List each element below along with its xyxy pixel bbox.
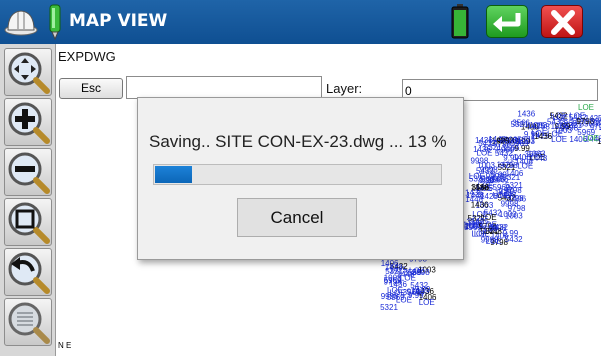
survey-point-label: 1436 [473, 145, 491, 154]
survey-point-label: LOE [419, 298, 435, 307]
survey-point-label: 9998 [412, 268, 430, 277]
battery-icon [451, 4, 469, 39]
zoom-in-button[interactable] [4, 98, 52, 146]
compass-marker: N E [58, 341, 72, 350]
survey-point-label: 1003 [528, 149, 546, 158]
command-prompt: EXPDWG [58, 49, 116, 64]
survey-point-label: 1425 [495, 189, 513, 198]
close-x-icon [551, 10, 575, 35]
zoom-in-icon [8, 102, 50, 144]
saving-dialog: Saving.. SITE CON-EX-23.dwg ... 13 % Can… [137, 97, 464, 260]
stylus-icon[interactable] [46, 4, 64, 41]
hard-hat-icon[interactable] [4, 6, 38, 38]
survey-point-label: 1003 [529, 121, 547, 130]
map-toolbar [0, 44, 56, 356]
zoom-extents-button[interactable] [4, 298, 52, 346]
survey-point-label: 1406 [491, 175, 509, 184]
zoom-extents-icon [8, 302, 50, 344]
save-progress-bar [153, 164, 442, 185]
loe-label: LOE [578, 103, 594, 112]
command-input[interactable] [126, 76, 322, 99]
survey-point-label: 1425 [585, 114, 601, 123]
zoom-window-icon [8, 202, 50, 244]
zoom-out-button[interactable] [4, 148, 52, 196]
esc-button[interactable]: Esc [59, 78, 123, 99]
loe-label: LOE [583, 134, 599, 143]
saving-message: Saving.. SITE CON-EX-23.dwg ... 13 % [149, 132, 447, 151]
zoom-window-button[interactable] [4, 198, 52, 246]
survey-point-label: LOE [551, 135, 567, 144]
pan-zoom-icon [8, 52, 50, 94]
survey-point-label: 9798 [493, 140, 511, 149]
close-button[interactable] [541, 5, 583, 38]
survey-point-label: LOE [552, 113, 568, 122]
layer-label: Layer: [326, 81, 363, 96]
zoom-previous-icon [8, 252, 50, 294]
enter-return-icon [493, 13, 521, 32]
zoom-out-icon [8, 152, 50, 194]
cancel-button[interactable]: Cancel [237, 198, 357, 237]
survey-point-label: 5969 [384, 276, 402, 285]
survey-point-label: 5432 [410, 281, 428, 290]
page-title: MAP VIEW [69, 11, 168, 31]
survey-point-label: 1436 [517, 110, 535, 119]
title-bar: MAP VIEW [0, 0, 601, 44]
survey-point-label: 1003 [499, 210, 517, 219]
survey-point-label: 9.99 [524, 130, 540, 139]
survey-point-label: 1406 [551, 122, 569, 131]
survey-point-label: LOE [387, 286, 403, 295]
pan-zoom-button[interactable] [4, 48, 52, 96]
zoom-previous-button[interactable] [4, 248, 52, 296]
save-progress-fill [155, 166, 192, 183]
survey-point-label: 5321 [511, 120, 529, 129]
survey-point-label: 1425 [497, 161, 515, 170]
survey-point-label: 9998 [481, 236, 499, 245]
survey-point-label: 1448 [465, 195, 483, 204]
survey-point-label: 5321 [385, 267, 403, 276]
survey-point-label: 9.99 [482, 225, 498, 234]
enter-button[interactable] [486, 5, 528, 38]
